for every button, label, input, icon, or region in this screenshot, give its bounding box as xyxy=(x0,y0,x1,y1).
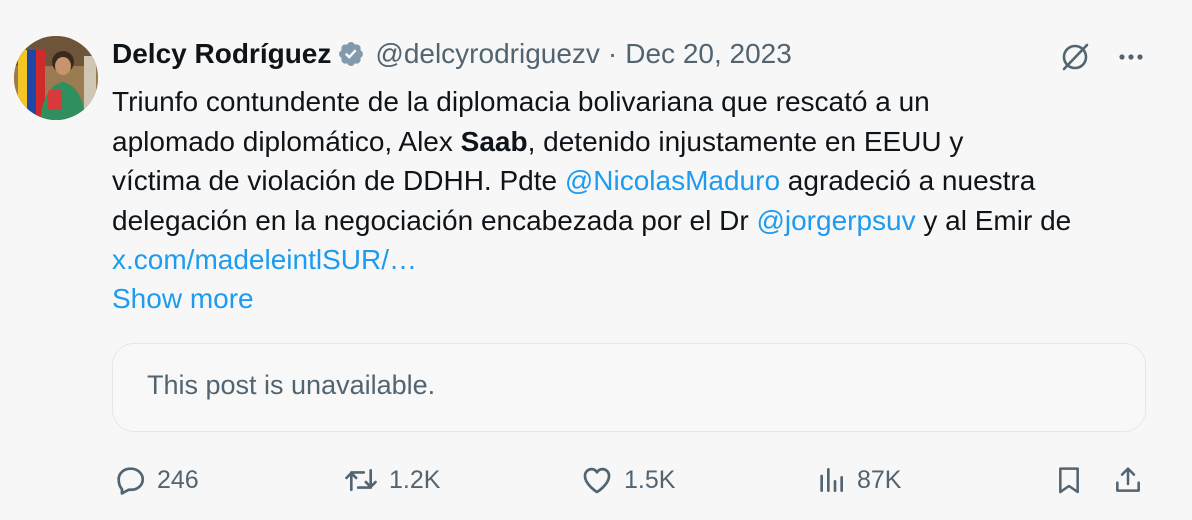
highlighted-term: Saab xyxy=(460,125,528,157)
post-text-line-1: Triunfo contundente de la diplomacia bol… xyxy=(112,82,1162,122)
views-icon xyxy=(815,463,847,497)
like-count: 1.5K xyxy=(624,465,676,494)
text-segment: víctima de violación de DDHH. Pdte xyxy=(112,165,565,196)
show-more-link[interactable]: Show more xyxy=(112,279,254,318)
repost-icon xyxy=(343,463,379,497)
post-text-line-2: aplomado diplomático, Alex Saab, detenid… xyxy=(112,122,1162,162)
heart-icon xyxy=(580,463,614,497)
post-top-actions xyxy=(1058,40,1146,74)
unavailable-post-text: This post is unavailable. xyxy=(147,370,436,400)
post-action-bar: 246 1.2K 1.5K 87K xyxy=(0,460,1192,500)
post-text-line-5: x.com/madeleintlSUR/… xyxy=(112,240,1162,280)
mention-jorgerpsuv[interactable]: @jorgerpsuv xyxy=(756,205,915,236)
verified-badge-icon xyxy=(337,40,365,68)
text-segment: , detenido injustamente en EEUU y xyxy=(527,125,964,157)
grok-icon[interactable] xyxy=(1058,40,1092,74)
text-segment: aplomado diplomático, Alex xyxy=(112,125,461,157)
author-handle[interactable]: @delcyrodriguezv xyxy=(375,38,600,70)
reply-count: 246 xyxy=(157,465,199,494)
more-icon[interactable] xyxy=(1116,42,1146,72)
repost-count: 1.2K xyxy=(389,465,441,494)
post-text-line-3: víctima de violación de DDHH. Pdte @Nico… xyxy=(112,161,1162,201)
post-link[interactable]: x.com/madeleintlSUR/… xyxy=(112,244,417,275)
header-separator: · xyxy=(607,38,618,69)
text-segment: agradeció a nuestra xyxy=(780,165,1036,196)
like-button[interactable]: 1.5K xyxy=(580,460,675,500)
post: Delcy Rodríguez @delcyrodriguezv · Dec 2… xyxy=(0,0,1192,520)
reply-button[interactable]: 246 xyxy=(113,460,199,500)
author-name[interactable]: Delcy Rodríguez xyxy=(112,38,331,70)
views-button[interactable]: 87K xyxy=(815,460,901,500)
bookmark-icon xyxy=(1053,463,1085,497)
repost-button[interactable]: 1.2K xyxy=(343,460,440,500)
avatar[interactable] xyxy=(14,36,98,120)
post-text-line-4: delegación en la negociación encabezada … xyxy=(112,201,1162,241)
reply-icon xyxy=(113,463,147,497)
bookmark-button[interactable] xyxy=(1053,460,1085,500)
text-segment: delegación en la negociación encabezada … xyxy=(112,204,757,236)
post-text: Triunfo contundente de la diplomacia bol… xyxy=(112,82,1162,280)
share-button[interactable] xyxy=(1112,460,1144,500)
mention-nicolasmaduro[interactable]: @NicolasMaduro xyxy=(565,165,780,196)
text-segment: y al Emir de xyxy=(915,204,1072,236)
text-segment: Triunfo contundente de la diplomacia bol… xyxy=(112,86,930,117)
share-icon xyxy=(1112,463,1144,497)
post-header: Delcy Rodríguez @delcyrodriguezv · Dec 2… xyxy=(112,36,792,72)
views-count: 87K xyxy=(857,465,902,494)
quoted-post-card[interactable]: This post is unavailable. xyxy=(112,343,1146,432)
post-date[interactable]: Dec 20, 2023 xyxy=(625,38,792,70)
